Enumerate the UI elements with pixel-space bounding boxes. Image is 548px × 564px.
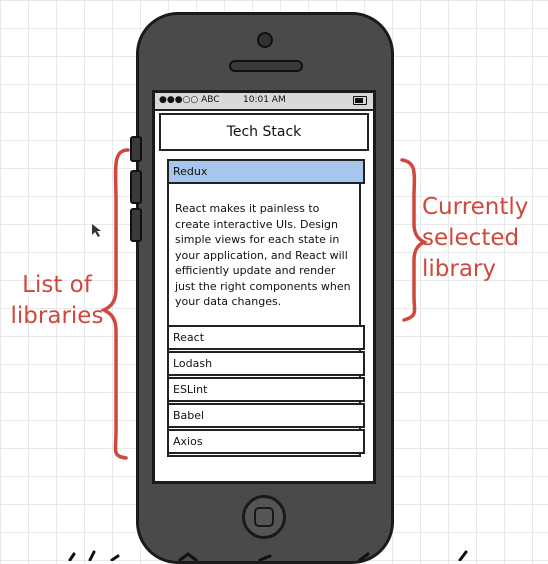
- left-brace: [100, 148, 130, 460]
- mouse-cursor-icon: [92, 224, 101, 237]
- annotation-currently-selected-library: Currently selected library: [422, 194, 529, 282]
- cropped-handwriting-fragment: [68, 550, 468, 561]
- right-brace: [400, 158, 428, 322]
- annotation-list-of-libraries: List of libraries: [10, 272, 104, 329]
